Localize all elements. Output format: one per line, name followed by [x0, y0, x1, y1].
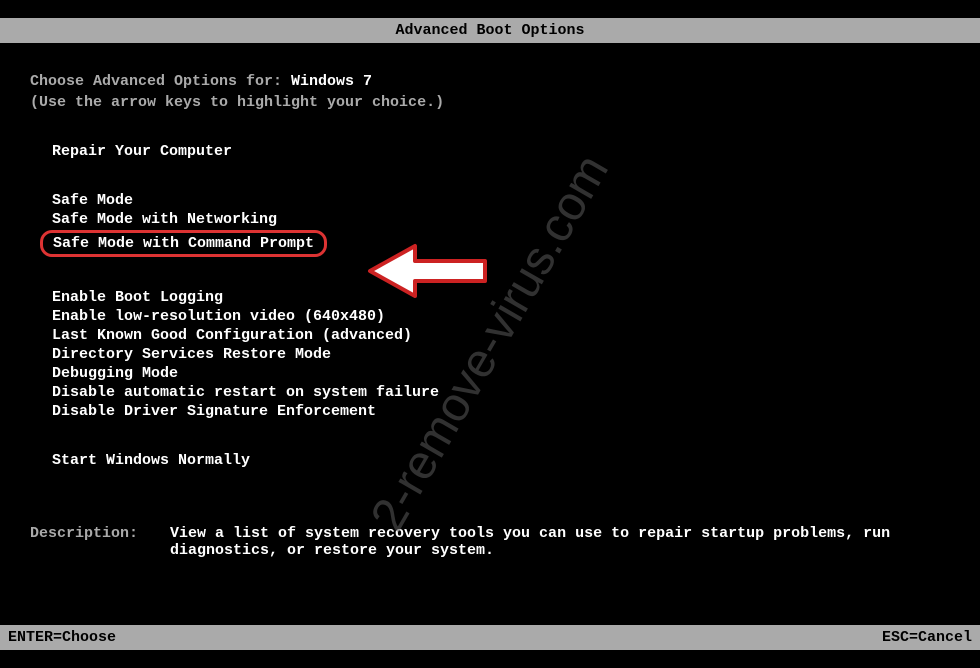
menu-label: Enable Boot Logging: [52, 289, 223, 306]
description-text: View a list of system recovery tools you…: [170, 525, 950, 559]
keyboard-hint: (Use the arrow keys to highlight your ch…: [30, 94, 950, 111]
description-section: Description: View a list of system recov…: [30, 525, 950, 559]
menu-label: Safe Mode with Networking: [52, 211, 277, 228]
menu-label: Directory Services Restore Mode: [52, 346, 331, 363]
menu-label: Disable automatic restart on system fail…: [52, 384, 439, 401]
menu-item-debugging[interactable]: Debugging Mode: [52, 365, 950, 384]
prompt-line: Choose Advanced Options for: Windows 7: [30, 73, 950, 90]
description-label: Description:: [30, 525, 170, 559]
menu-item-safe-mode-cmd[interactable]: Safe Mode with Command Prompt: [52, 230, 950, 259]
menu-label: Disable Driver Signature Enforcement: [52, 403, 376, 420]
main-content: Choose Advanced Options for: Windows 7 (…: [0, 43, 980, 559]
menu-label: Safe Mode: [52, 192, 133, 209]
enter-hint: ENTER=Choose: [8, 629, 116, 646]
menu-item-start-normally[interactable]: Start Windows Normally: [52, 452, 950, 471]
menu-item-disable-auto-restart[interactable]: Disable automatic restart on system fail…: [52, 384, 950, 403]
title-bar: Advanced Boot Options: [0, 18, 980, 43]
menu-label: Safe Mode with Command Prompt: [40, 230, 327, 257]
safe-mode-group: Safe Mode Safe Mode with Networking Safe…: [52, 192, 950, 259]
menu-label: Start Windows Normally: [52, 452, 250, 469]
menu-label: Last Known Good Configuration (advanced): [52, 327, 412, 344]
menu-item-last-known-good[interactable]: Last Known Good Configuration (advanced): [52, 327, 950, 346]
menu-label: Debugging Mode: [52, 365, 178, 382]
menu-label: Enable low-resolution video (640x480): [52, 308, 385, 325]
screen-title: Advanced Boot Options: [395, 22, 584, 39]
prompt-prefix: Choose Advanced Options for:: [30, 73, 291, 90]
os-name: Windows 7: [291, 73, 372, 90]
advanced-group: Enable Boot Logging Enable low-resolutio…: [52, 289, 950, 422]
esc-hint: ESC=Cancel: [882, 629, 972, 646]
menu-item-ds-restore[interactable]: Directory Services Restore Mode: [52, 346, 950, 365]
menu-item-safe-mode-networking[interactable]: Safe Mode with Networking: [52, 211, 950, 230]
menu-item-disable-driver-sig[interactable]: Disable Driver Signature Enforcement: [52, 403, 950, 422]
menu-item-low-res[interactable]: Enable low-resolution video (640x480): [52, 308, 950, 327]
boot-menu: Repair Your Computer Safe Mode Safe Mode…: [52, 143, 950, 471]
menu-item-repair[interactable]: Repair Your Computer: [52, 143, 950, 162]
normal-group: Start Windows Normally: [52, 452, 950, 471]
menu-item-boot-logging[interactable]: Enable Boot Logging: [52, 289, 950, 308]
menu-item-safe-mode[interactable]: Safe Mode: [52, 192, 950, 211]
footer-bar: ENTER=Choose ESC=Cancel: [0, 625, 980, 650]
menu-label: Repair Your Computer: [52, 143, 232, 160]
